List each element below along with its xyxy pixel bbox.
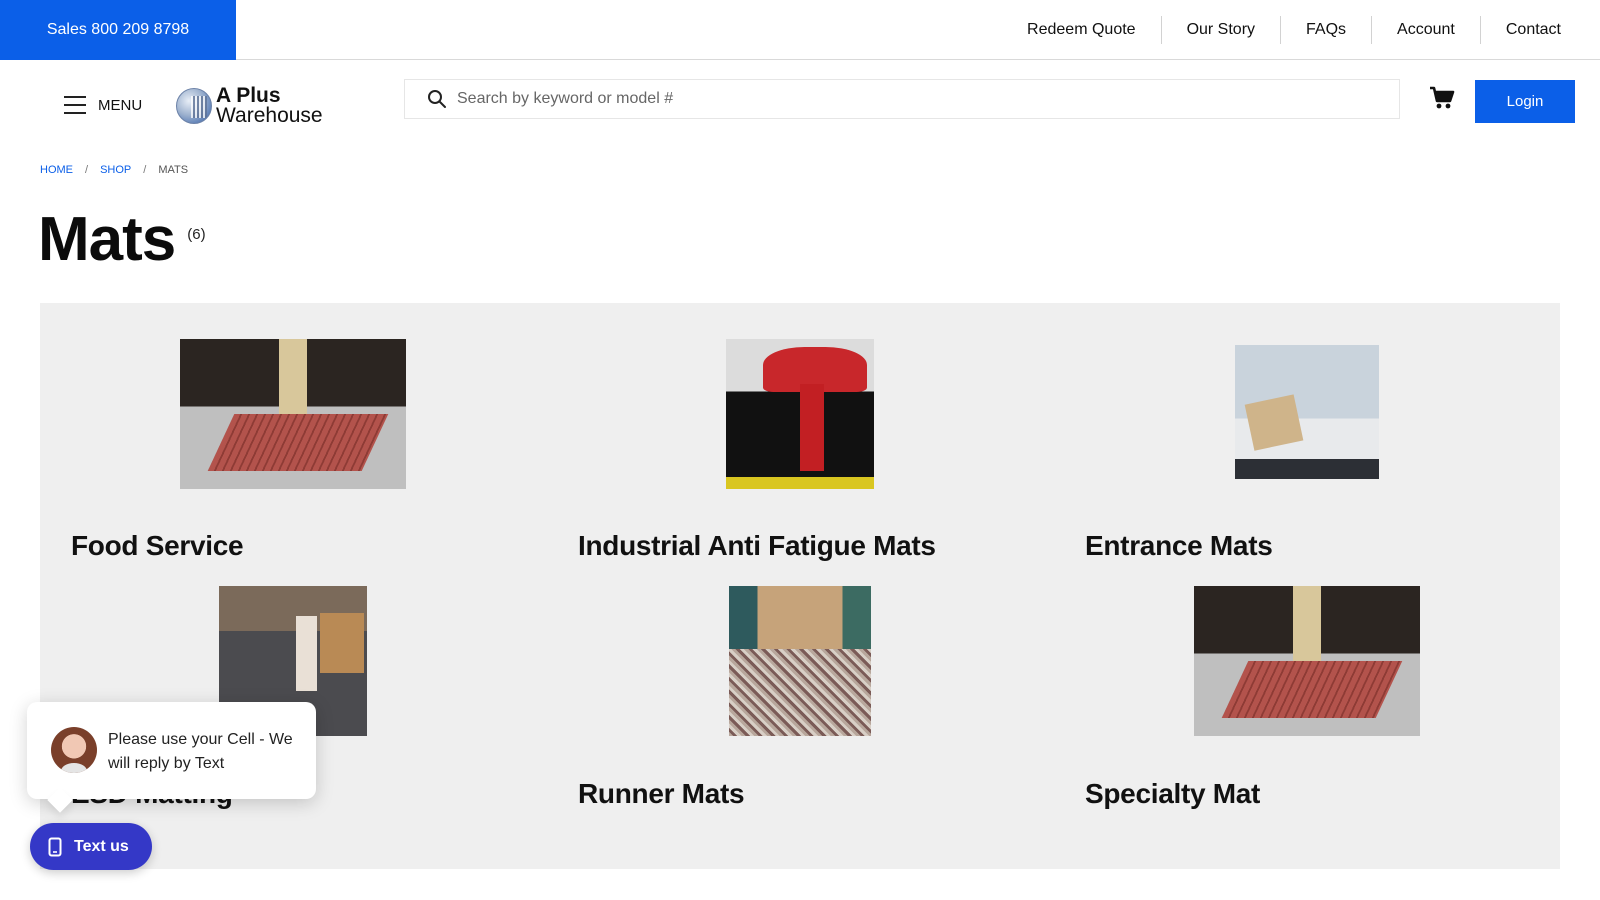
breadcrumb-current: MATS (158, 164, 189, 176)
nav-faqs[interactable]: FAQs (1280, 16, 1371, 44)
breadcrumb-separator: / (85, 164, 89, 176)
sales-phone-banner[interactable]: Sales 800 209 8798 (0, 0, 236, 60)
menu-button[interactable]: MENU (64, 96, 142, 114)
logo-text-line1: A Plus (216, 84, 281, 107)
industrial-mats-image[interactable] (726, 339, 874, 489)
cart-icon[interactable] (1428, 84, 1456, 112)
category-name[interactable]: Runner Mats (578, 778, 745, 810)
search-bar (404, 79, 1400, 119)
breadcrumb: HOME / SHOP / MATS (40, 164, 188, 176)
page-title: Mats (38, 205, 176, 274)
product-count: (6) (187, 226, 206, 243)
nav-contact[interactable]: Contact (1479, 16, 1586, 44)
text-us-label: Text us (74, 837, 129, 855)
runner-mats-image[interactable] (729, 586, 871, 736)
logo-text-line2: Warehouse (216, 104, 323, 127)
breadcrumb-separator: / (143, 164, 147, 176)
specialty-mat-image[interactable] (1194, 586, 1420, 736)
category-name[interactable]: Specialty Mat (1085, 778, 1260, 810)
text-us-button[interactable]: Text us (30, 823, 152, 870)
search-icon[interactable] (417, 79, 457, 119)
category-name[interactable]: Industrial Anti Fatigue Mats (578, 530, 936, 562)
agent-avatar (51, 727, 97, 773)
category-name[interactable]: Food Service (71, 530, 244, 562)
breadcrumb-home[interactable]: HOME (40, 164, 73, 176)
chat-message: Please use your Cell - We will reply by … (108, 731, 293, 772)
hamburger-icon (64, 96, 86, 114)
food-service-image[interactable] (180, 339, 406, 489)
entrance-mats-image[interactable] (1235, 345, 1379, 479)
nav-our-story[interactable]: Our Story (1160, 16, 1280, 44)
breadcrumb-shop[interactable]: SHOP (100, 164, 131, 176)
search-input[interactable] (457, 90, 1399, 108)
nav-redeem-quote[interactable]: Redeem Quote (1002, 16, 1161, 44)
login-button[interactable]: Login (1475, 80, 1575, 123)
top-nav: Redeem Quote Our Story FAQs Account Cont… (1002, 0, 1586, 60)
menu-label: MENU (98, 96, 143, 114)
page-title-block: Mats (6) (38, 206, 206, 274)
nav-account[interactable]: Account (1371, 16, 1480, 44)
site-logo[interactable]: A Plus Warehouse (176, 84, 323, 127)
top-bar: Sales 800 209 8798 Redeem Quote Our Stor… (0, 0, 1600, 60)
chat-prompt-bubble[interactable]: Please use your Cell - We will reply by … (27, 702, 316, 799)
category-name[interactable]: Entrance Mats (1085, 530, 1273, 562)
globe-logo-icon (176, 88, 212, 124)
phone-icon (48, 837, 62, 856)
